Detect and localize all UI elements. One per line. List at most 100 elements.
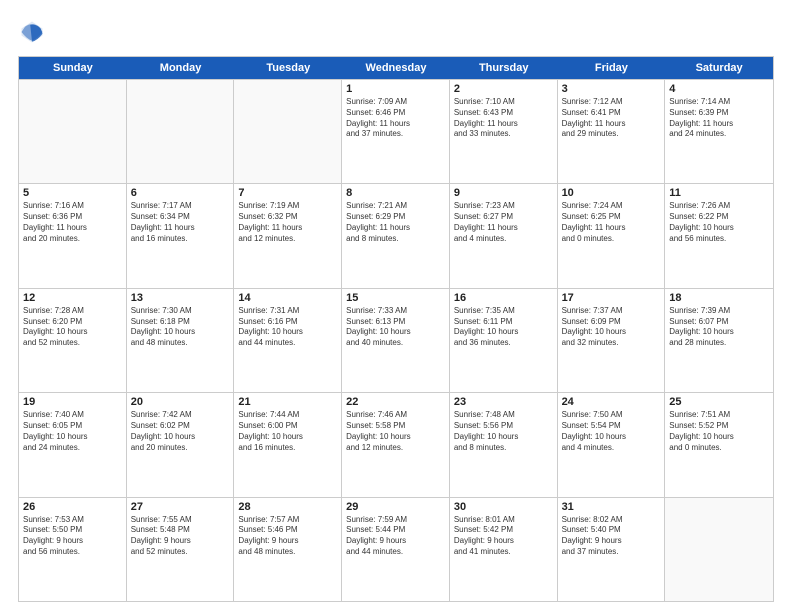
weekday-header-saturday: Saturday xyxy=(665,57,773,79)
calendar-cell: 19 Sunrise: 7:40 AM Sunset: 6:05 PM Dayli… xyxy=(19,393,127,496)
calendar-cell xyxy=(127,80,235,183)
calendar-cell: 23 Sunrise: 7:48 AM Sunset: 5:56 PM Dayli… xyxy=(450,393,558,496)
cell-info: Sunrise: 7:48 AM Sunset: 5:56 PM Dayligh… xyxy=(454,410,553,453)
calendar-cell: 1 Sunrise: 7:09 AM Sunset: 6:46 PM Daylig… xyxy=(342,80,450,183)
cell-info: Sunrise: 7:37 AM Sunset: 6:09 PM Dayligh… xyxy=(562,306,661,349)
cell-day-number: 3 xyxy=(562,83,661,95)
cell-day-number: 23 xyxy=(454,396,553,408)
cell-info: Sunrise: 7:26 AM Sunset: 6:22 PM Dayligh… xyxy=(669,201,769,244)
cell-info: Sunrise: 7:55 AM Sunset: 5:48 PM Dayligh… xyxy=(131,515,230,558)
cell-day-number: 7 xyxy=(238,187,337,199)
calendar-row-0: 1 Sunrise: 7:09 AM Sunset: 6:46 PM Daylig… xyxy=(19,79,773,183)
weekday-header-monday: Monday xyxy=(127,57,235,79)
cell-day-number: 15 xyxy=(346,292,445,304)
cell-info: Sunrise: 7:14 AM Sunset: 6:39 PM Dayligh… xyxy=(669,97,769,140)
calendar-cell: 21Sunrise: 7:44 AM Sunset: 6:00 PM Dayli… xyxy=(234,393,342,496)
calendar-cell: 12Sunrise: 7:28 AM Sunset: 6:20 PM Dayli… xyxy=(19,289,127,392)
cell-day-number: 11 xyxy=(669,187,769,199)
cell-day-number: 14 xyxy=(238,292,337,304)
weekday-header-friday: Friday xyxy=(558,57,666,79)
cell-day-number: 26 xyxy=(23,501,122,513)
calendar-cell: 2Sunrise: 7:10 AM Sunset: 6:43 PM Daylig… xyxy=(450,80,558,183)
calendar-header: SundayMondayTuesdayWednesdayThursdayFrid… xyxy=(19,57,773,79)
calendar-cell: 9Sunrise: 7:23 AM Sunset: 6:27 PM Daylig… xyxy=(450,184,558,287)
cell-day-number: 12 xyxy=(23,292,122,304)
cell-day-number: 25 xyxy=(669,396,769,408)
cell-info: Sunrise: 8:02 AM Sunset: 5:40 PM Dayligh… xyxy=(562,515,661,558)
weekday-header-tuesday: Tuesday xyxy=(234,57,342,79)
cell-day-number: 6 xyxy=(131,187,230,199)
calendar-body: 1 Sunrise: 7:09 AM Sunset: 6:46 PM Daylig… xyxy=(19,79,773,601)
calendar-cell: 6 Sunrise: 7:17 AM Sunset: 6:34 PM Daylig… xyxy=(127,184,235,287)
calendar-cell: 24 Sunrise: 7:50 AM Sunset: 5:54 PM Dayli… xyxy=(558,393,666,496)
calendar-cell: 3 Sunrise: 7:12 AM Sunset: 6:41 PM Daylig… xyxy=(558,80,666,183)
cell-info: Sunrise: 7:51 AM Sunset: 5:52 PM Dayligh… xyxy=(669,410,769,453)
calendar-cell: 26 Sunrise: 7:53 AM Sunset: 5:50 PM Dayli… xyxy=(19,498,127,601)
cell-info: Sunrise: 7:39 AM Sunset: 6:07 PM Dayligh… xyxy=(669,306,769,349)
cell-info: Sunrise: 7:35 AM Sunset: 6:11 PM Dayligh… xyxy=(454,306,553,349)
cell-info: Sunrise: 7:23 AM Sunset: 6:27 PM Dayligh… xyxy=(454,201,553,244)
calendar-cell: 16 Sunrise: 7:35 AM Sunset: 6:11 PM Dayli… xyxy=(450,289,558,392)
calendar-cell: 17 Sunrise: 7:37 AM Sunset: 6:09 PM Dayli… xyxy=(558,289,666,392)
calendar-cell xyxy=(234,80,342,183)
cell-day-number: 13 xyxy=(131,292,230,304)
cell-day-number: 29 xyxy=(346,501,445,513)
cell-day-number: 8 xyxy=(346,187,445,199)
cell-info: Sunrise: 7:53 AM Sunset: 5:50 PM Dayligh… xyxy=(23,515,122,558)
cell-info: Sunrise: 7:12 AM Sunset: 6:41 PM Dayligh… xyxy=(562,97,661,140)
cell-info: Sunrise: 7:57 AM Sunset: 5:46 PM Dayligh… xyxy=(238,515,337,558)
cell-day-number: 5 xyxy=(23,187,122,199)
cell-info: Sunrise: 7:33 AM Sunset: 6:13 PM Dayligh… xyxy=(346,306,445,349)
cell-day-number: 30 xyxy=(454,501,553,513)
calendar-cell: 7Sunrise: 7:19 AM Sunset: 6:32 PM Daylig… xyxy=(234,184,342,287)
cell-day-number: 17 xyxy=(562,292,661,304)
cell-info: Sunrise: 7:59 AM Sunset: 5:44 PM Dayligh… xyxy=(346,515,445,558)
cell-day-number: 10 xyxy=(562,187,661,199)
cell-info: Sunrise: 7:46 AM Sunset: 5:58 PM Dayligh… xyxy=(346,410,445,453)
calendar-cell: 15 Sunrise: 7:33 AM Sunset: 6:13 PM Dayli… xyxy=(342,289,450,392)
cell-info: Sunrise: 7:17 AM Sunset: 6:34 PM Dayligh… xyxy=(131,201,230,244)
weekday-header-wednesday: Wednesday xyxy=(342,57,450,79)
cell-day-number: 16 xyxy=(454,292,553,304)
calendar-cell: 13 Sunrise: 7:30 AM Sunset: 6:18 PM Dayli… xyxy=(127,289,235,392)
calendar-row-2: 12Sunrise: 7:28 AM Sunset: 6:20 PM Dayli… xyxy=(19,288,773,392)
header xyxy=(18,18,774,46)
cell-day-number: 24 xyxy=(562,396,661,408)
calendar-cell xyxy=(19,80,127,183)
cell-info: Sunrise: 8:01 AM Sunset: 5:42 PM Dayligh… xyxy=(454,515,553,558)
logo xyxy=(18,18,50,46)
cell-day-number: 21 xyxy=(238,396,337,408)
cell-info: Sunrise: 7:31 AM Sunset: 6:16 PM Dayligh… xyxy=(238,306,337,349)
cell-day-number: 22 xyxy=(346,396,445,408)
cell-day-number: 1 xyxy=(346,83,445,95)
weekday-header-sunday: Sunday xyxy=(19,57,127,79)
calendar-cell: 4 Sunrise: 7:14 AM Sunset: 6:39 PM Daylig… xyxy=(665,80,773,183)
calendar-cell xyxy=(665,498,773,601)
cell-day-number: 27 xyxy=(131,501,230,513)
cell-info: Sunrise: 7:30 AM Sunset: 6:18 PM Dayligh… xyxy=(131,306,230,349)
cell-info: Sunrise: 7:40 AM Sunset: 6:05 PM Dayligh… xyxy=(23,410,122,453)
calendar-row-1: 5Sunrise: 7:16 AM Sunset: 6:36 PM Daylig… xyxy=(19,183,773,287)
calendar-cell: 8 Sunrise: 7:21 AM Sunset: 6:29 PM Daylig… xyxy=(342,184,450,287)
cell-day-number: 19 xyxy=(23,396,122,408)
cell-day-number: 31 xyxy=(562,501,661,513)
weekday-header-thursday: Thursday xyxy=(450,57,558,79)
cell-day-number: 18 xyxy=(669,292,769,304)
cell-info: Sunrise: 7:42 AM Sunset: 6:02 PM Dayligh… xyxy=(131,410,230,453)
calendar-cell: 5Sunrise: 7:16 AM Sunset: 6:36 PM Daylig… xyxy=(19,184,127,287)
calendar-row-4: 26 Sunrise: 7:53 AM Sunset: 5:50 PM Dayli… xyxy=(19,497,773,601)
calendar-cell: 31 Sunrise: 8:02 AM Sunset: 5:40 PM Dayli… xyxy=(558,498,666,601)
cell-day-number: 2 xyxy=(454,83,553,95)
cell-info: Sunrise: 7:50 AM Sunset: 5:54 PM Dayligh… xyxy=(562,410,661,453)
logo-icon xyxy=(18,18,46,46)
calendar-cell: 22 Sunrise: 7:46 AM Sunset: 5:58 PM Dayli… xyxy=(342,393,450,496)
calendar-cell: 18 Sunrise: 7:39 AM Sunset: 6:07 PM Dayli… xyxy=(665,289,773,392)
cell-day-number: 20 xyxy=(131,396,230,408)
calendar-cell: 25 Sunrise: 7:51 AM Sunset: 5:52 PM Dayli… xyxy=(665,393,773,496)
cell-info: Sunrise: 7:24 AM Sunset: 6:25 PM Dayligh… xyxy=(562,201,661,244)
calendar-cell: 27 Sunrise: 7:55 AM Sunset: 5:48 PM Dayli… xyxy=(127,498,235,601)
cell-info: Sunrise: 7:21 AM Sunset: 6:29 PM Dayligh… xyxy=(346,201,445,244)
cell-day-number: 4 xyxy=(669,83,769,95)
cell-info: Sunrise: 7:09 AM Sunset: 6:46 PM Dayligh… xyxy=(346,97,445,140)
calendar-cell: 29 Sunrise: 7:59 AM Sunset: 5:44 PM Dayli… xyxy=(342,498,450,601)
